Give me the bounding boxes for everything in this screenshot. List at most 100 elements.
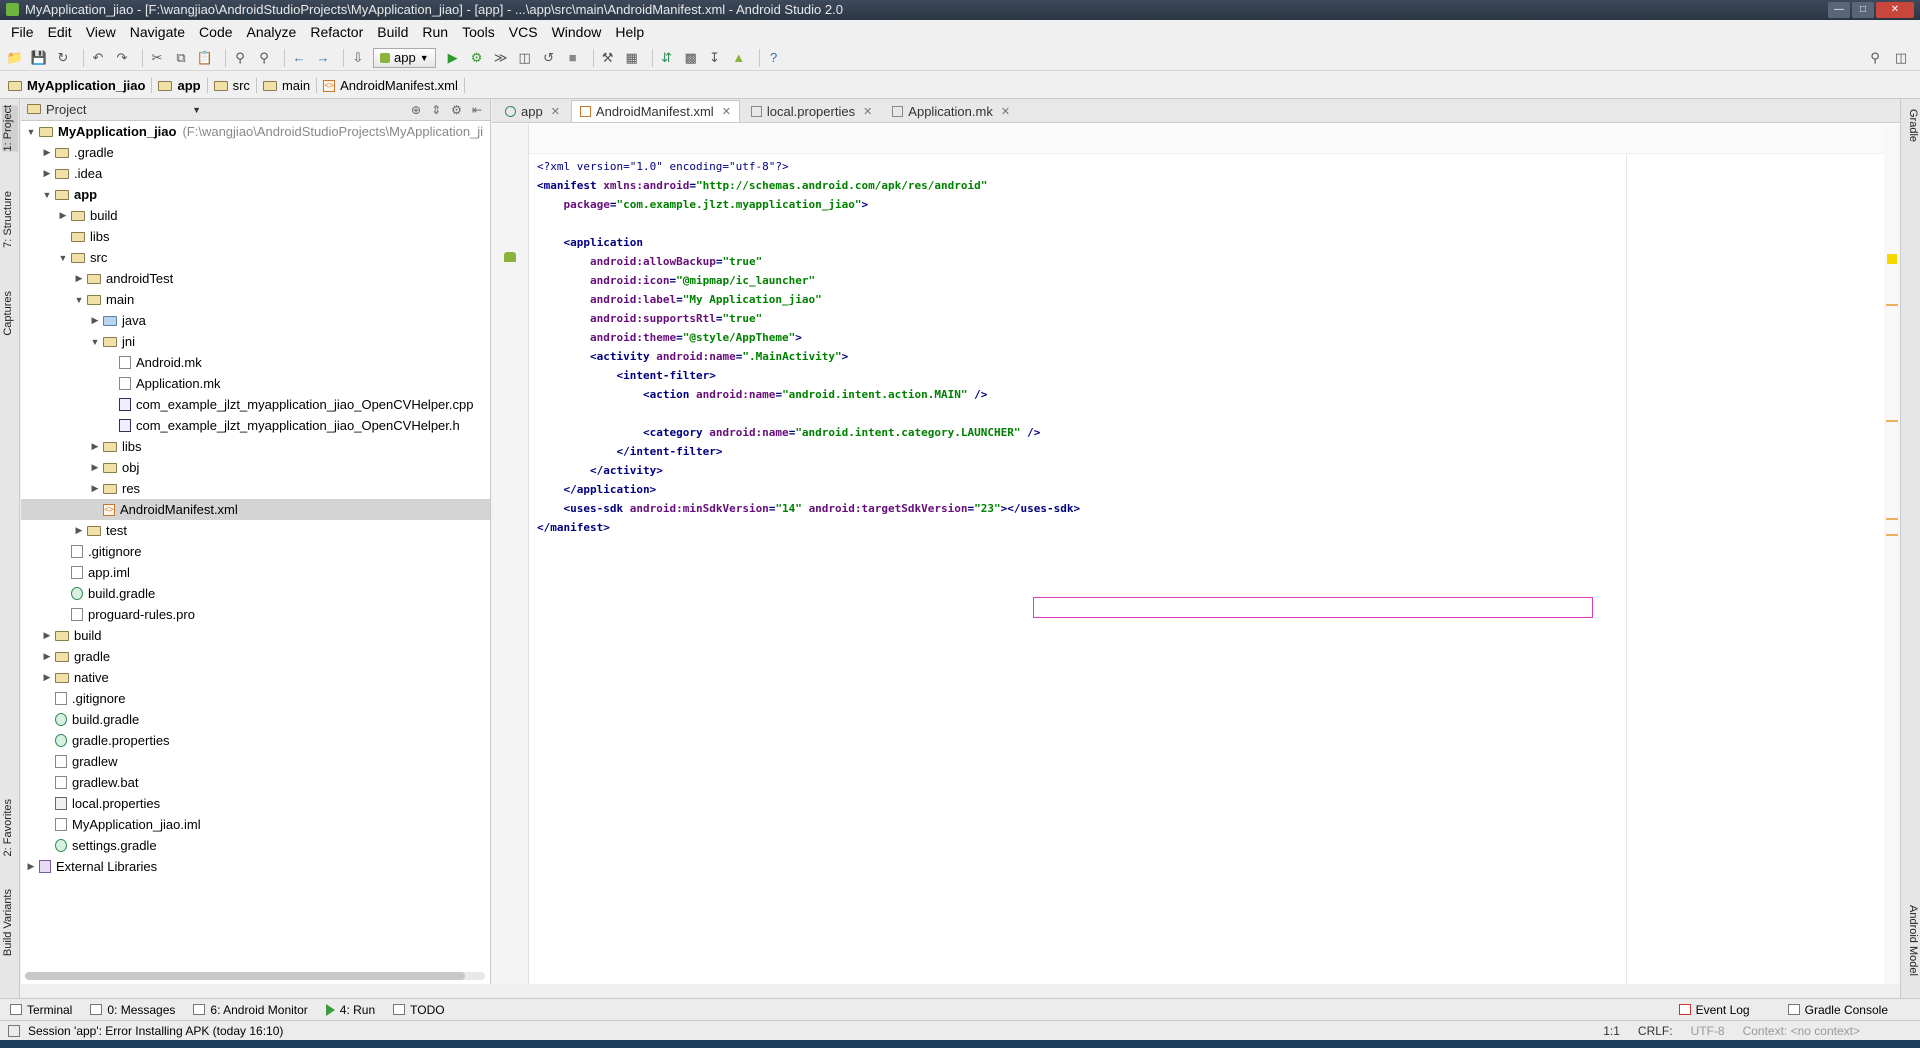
warning-marker[interactable]: [1886, 534, 1898, 536]
chevron-right-icon[interactable]: ▶: [71, 273, 87, 284]
menu-navigate[interactable]: Navigate: [123, 24, 192, 40]
menu-tools[interactable]: Tools: [455, 24, 502, 40]
tree-item[interactable]: gradlew: [21, 751, 490, 772]
save-icon[interactable]: 💾: [30, 49, 48, 67]
warning-marker[interactable]: [1886, 420, 1898, 422]
chevron-right-icon[interactable]: ▶: [55, 210, 71, 221]
find-icon[interactable]: ⚲: [231, 49, 249, 67]
editor-tab[interactable]: app ✕: [496, 100, 569, 122]
search-everywhere-icon[interactable]: ⚲: [1866, 49, 1884, 67]
stop-icon[interactable]: ■: [564, 49, 582, 67]
warning-marker[interactable]: [1886, 304, 1898, 306]
bottom-tab-0-messages[interactable]: 0: Messages: [90, 1003, 175, 1017]
scroll-from-source-icon[interactable]: ⊕: [411, 103, 421, 117]
tree-item[interactable]: .gitignore: [21, 688, 490, 709]
android-model-tool-tab[interactable]: Android Model: [1903, 905, 1919, 976]
chevron-right-icon[interactable]: ▶: [39, 672, 55, 683]
menu-window[interactable]: Window: [545, 24, 609, 40]
structure-tool-tab[interactable]: 7: Structure: [2, 191, 18, 248]
project-view-dropdown[interactable]: Project ▼: [27, 102, 207, 117]
breadcrumb-item[interactable]: src: [213, 78, 257, 93]
warning-marker[interactable]: [1886, 518, 1898, 520]
tree-item[interactable]: ▶ native: [21, 667, 490, 688]
minimize-button[interactable]: —: [1828, 2, 1850, 18]
horizontal-scrollbar[interactable]: [25, 972, 485, 980]
bottom-tab-todo[interactable]: TODO: [393, 1003, 445, 1017]
inspection-status-icon[interactable]: [1887, 254, 1897, 264]
menu-edit[interactable]: Edit: [41, 24, 79, 40]
tree-item[interactable]: build.gradle: [21, 709, 490, 730]
status-message[interactable]: Session 'app': Error Installing APK (tod…: [28, 1024, 283, 1038]
chevron-right-icon[interactable]: ▶: [71, 525, 87, 536]
tree-item[interactable]: ▶ .gradle: [21, 142, 490, 163]
menu-refactor[interactable]: Refactor: [303, 24, 370, 40]
close-tab-icon[interactable]: ✕: [1001, 105, 1010, 118]
tree-item[interactable]: ▶ res: [21, 478, 490, 499]
breadcrumb-item[interactable]: MyApplication_jiao: [8, 78, 153, 93]
tree-item[interactable]: .gitignore: [21, 541, 490, 562]
back-icon[interactable]: ←: [290, 49, 308, 67]
menu-view[interactable]: View: [79, 24, 123, 40]
cut-icon[interactable]: ✂: [148, 49, 166, 67]
tree-item[interactable]: ▶ obj: [21, 457, 490, 478]
tree-item[interactable]: ▶ libs: [21, 436, 490, 457]
tree-item[interactable]: ▶ .idea: [21, 163, 490, 184]
tree-item[interactable]: <> AndroidManifest.xml: [21, 499, 490, 520]
paste-icon[interactable]: 📋: [196, 49, 214, 67]
menu-run[interactable]: Run: [415, 24, 455, 40]
tree-item[interactable]: MyApplication_jiao.iml: [21, 814, 490, 835]
bottom-tab-6-android-monitor[interactable]: 6: Android Monitor: [193, 1003, 308, 1017]
tree-item[interactable]: ▶ java: [21, 310, 490, 331]
hide-panel-icon[interactable]: ⇤: [472, 103, 482, 117]
tree-item[interactable]: ▶ build: [21, 205, 490, 226]
toggle-tool-windows-icon[interactable]: [8, 1024, 20, 1037]
menu-analyze[interactable]: Analyze: [240, 24, 304, 40]
close-tab-icon[interactable]: ✕: [863, 105, 872, 118]
tree-item[interactable]: ▼ app: [21, 184, 490, 205]
sync-gradle-icon[interactable]: ⇵: [658, 49, 676, 67]
bottom-tab-4-run[interactable]: 4: Run: [325, 1003, 375, 1017]
gradle-console-tab[interactable]: Gradle Console: [1787, 1003, 1888, 1017]
menu-build[interactable]: Build: [370, 24, 415, 40]
menu-vcs[interactable]: VCS: [502, 24, 545, 40]
close-tab-icon[interactable]: ✕: [722, 105, 731, 118]
tree-root[interactable]: ▼ MyApplication_jiao (F:\wangjiao\Androi…: [21, 121, 490, 142]
chevron-right-icon[interactable]: ▶: [23, 861, 39, 872]
chevron-right-icon[interactable]: ▶: [87, 315, 103, 326]
tree-item[interactable]: com_example_jlzt_myapplication_jiao_Open…: [21, 415, 490, 436]
coverage-icon[interactable]: ◫: [516, 49, 534, 67]
avd-manager-icon[interactable]: ▩: [682, 49, 700, 67]
close-tab-icon[interactable]: ✕: [551, 105, 560, 118]
tree-item[interactable]: Android.mk: [21, 352, 490, 373]
gradle-tool-tab[interactable]: Gradle: [1903, 109, 1919, 142]
tree-item[interactable]: local.properties: [21, 793, 490, 814]
project-structure-icon[interactable]: ⚒: [599, 49, 617, 67]
chevron-right-icon[interactable]: ▶: [39, 630, 55, 641]
tree-item[interactable]: settings.gradle: [21, 835, 490, 856]
chevron-down-icon[interactable]: ▼: [39, 190, 55, 200]
menu-code[interactable]: Code: [192, 24, 239, 40]
debug-icon[interactable]: ⚙: [468, 49, 486, 67]
tree-item[interactable]: ▼ jni: [21, 331, 490, 352]
tree-item[interactable]: proguard-rules.pro: [21, 604, 490, 625]
chevron-right-icon[interactable]: ▶: [87, 483, 103, 494]
apply-changes-icon[interactable]: ↺: [540, 49, 558, 67]
menu-help[interactable]: Help: [608, 24, 651, 40]
favorites-tool-tab[interactable]: 2: Favorites: [2, 799, 18, 856]
breadcrumb-item[interactable]: app: [158, 78, 208, 93]
editor-tab[interactable]: AndroidManifest.xml ✕: [570, 100, 740, 122]
copy-icon[interactable]: ⧉: [172, 49, 190, 67]
tree-item[interactable]: Application.mk: [21, 373, 490, 394]
code-editor[interactable]: <?xml version="1.0" encoding="utf-8"?> <m…: [537, 157, 1080, 537]
tree-item[interactable]: libs: [21, 226, 490, 247]
chevron-down-icon[interactable]: ▼: [71, 295, 87, 305]
tree-item[interactable]: ▶ gradle: [21, 646, 490, 667]
chevron-right-icon[interactable]: ▶: [39, 651, 55, 662]
menu-file[interactable]: File: [4, 24, 41, 40]
build-variants-tool-tab[interactable]: Build Variants: [2, 889, 18, 956]
bottom-tab-terminal[interactable]: Terminal: [10, 1003, 72, 1017]
editor-tab[interactable]: local.properties ✕: [742, 100, 881, 122]
event-log-tab[interactable]: Event Log: [1678, 1003, 1750, 1017]
attach-debugger-icon[interactable]: ≫: [492, 49, 510, 67]
file-encoding[interactable]: UTF-8: [1691, 1024, 1725, 1038]
